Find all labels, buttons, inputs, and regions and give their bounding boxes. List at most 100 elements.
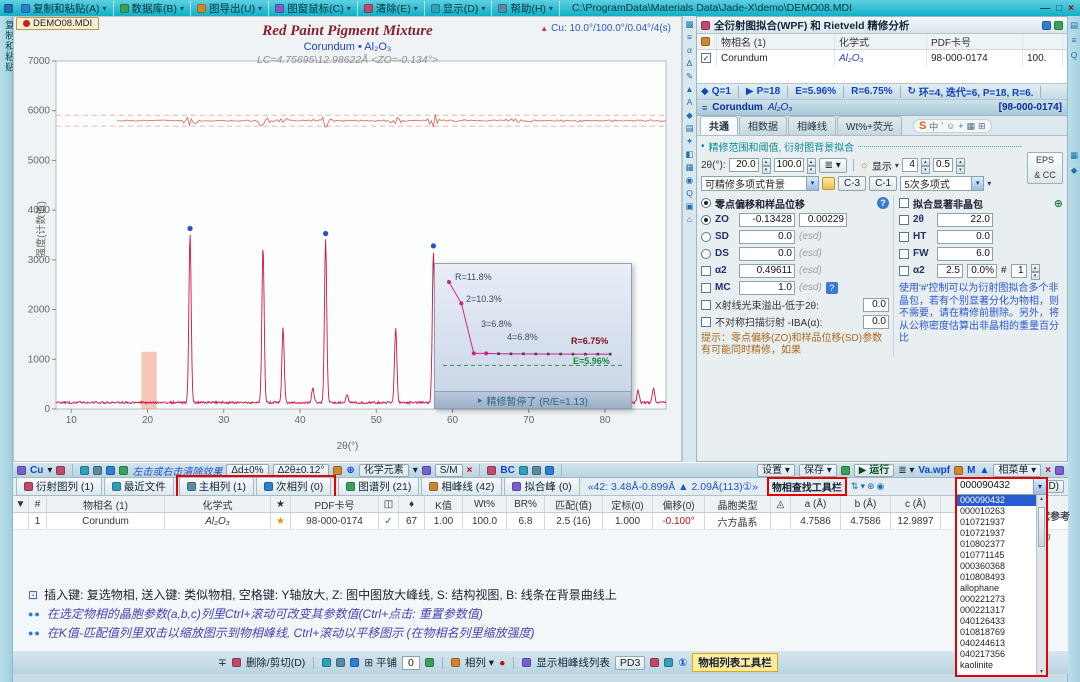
home-icon[interactable] <box>1055 465 1064 475</box>
c1-button[interactable]: C-1 <box>869 175 898 191</box>
phase-checkbox[interactable]: ✓ <box>701 53 711 63</box>
toolbar-item[interactable]: ● <box>499 657 505 669</box>
menu-item-5[interactable]: 清除(E) ▾ <box>358 0 425 16</box>
chevron-down-icon[interactable]: ▾ <box>971 176 984 190</box>
edit-icon[interactable] <box>333 465 343 475</box>
col-header-▼[interactable]: ▼ <box>13 496 29 512</box>
col-header-a (Å)[interactable]: a (Å) <box>791 496 841 512</box>
toolbar-item[interactable]: ▾ <box>413 465 418 476</box>
cell-#[interactable]: 1 <box>29 513 47 529</box>
alpha2-value-input[interactable]: 2.5 <box>937 263 963 278</box>
dropdown-item[interactable]: 040244613 <box>957 638 1036 649</box>
toolbar-item[interactable]: S/M <box>434 463 463 477</box>
dropdown-item[interactable]: 010771145 <box>957 550 1036 561</box>
col-header-PDF卡号[interactable]: PDF卡号 <box>291 496 379 512</box>
combo-dropdown-button[interactable]: ▾ <box>1033 479 1046 494</box>
lock-icon[interactable] <box>80 465 90 475</box>
display-count-spinner[interactable]: ▴ ▾ <box>920 158 930 174</box>
chevron-down-icon[interactable]: ▾ <box>895 161 899 170</box>
pdf-number-cell[interactable]: 98-000-0174 <box>927 50 1023 66</box>
alpha2-percent-input[interactable]: 0.0% <box>967 263 997 278</box>
cell-▼[interactable] <box>13 513 29 529</box>
dropdown-item[interactable]: 040217356 <box>957 649 1036 660</box>
col-header-定标(0)[interactable]: 定标(0) <box>603 496 653 512</box>
chart-tool-icon[interactable]: ≡ <box>684 32 696 42</box>
cell-晶胞类型[interactable]: 六方晶系 <box>705 513 771 529</box>
col-header-K值[interactable]: K值 <box>425 496 463 512</box>
group-radio[interactable] <box>701 198 711 208</box>
cell-♦[interactable]: 67 <box>399 513 425 529</box>
chart-tools-strip[interactable]: ▩ ≡ α Δ ✎ ▲ A ◆ ▤ ✦ ◧ ▦ ◉ Q ▣ ⌂ <box>682 16 696 462</box>
toolbar-item[interactable]: Cu <box>30 465 43 476</box>
col-header-b (Å)[interactable]: b (Å) <box>841 496 891 512</box>
dropdown-item[interactable]: 010808493 <box>957 572 1036 583</box>
dropdown-item[interactable]: 000090432 <box>957 495 1036 506</box>
tab-次相列 (0)[interactable]: 次相列 (0) <box>256 477 332 496</box>
range-menu-button[interactable]: ≣ ▾ <box>818 157 847 173</box>
amorph-value-input[interactable]: 0.0 <box>937 229 993 244</box>
image-icon[interactable] <box>424 658 434 667</box>
range-to-spinner[interactable]: ▴ ▾ <box>806 158 816 174</box>
chevron-down-icon[interactable]: ▾ <box>987 179 991 188</box>
dropdown-item[interactable]: 010818769 <box>957 627 1036 638</box>
amorphous-checkbox[interactable] <box>899 198 909 208</box>
phase-section-header[interactable]: ≡ Corundum Al₂O₃ [98-000-0174] <box>697 100 1067 116</box>
dock-tool-icon[interactable]: ◆ <box>1068 165 1080 175</box>
dropdown-item[interactable]: 040126433 <box>957 616 1036 627</box>
monitor-icon[interactable] <box>522 658 532 667</box>
cell-定标(0)[interactable]: 1.000 <box>603 513 653 529</box>
col-header-Wt%[interactable]: Wt% <box>463 496 507 512</box>
chart-icon[interactable] <box>350 658 360 667</box>
ime-icon[interactable]: ▦ <box>967 121 976 132</box>
phase-table-header[interactable]: ▼ # 物相名 (1) 化学式 ★ PDF卡号 ◫ ♦ K值 Wt% BR% 匹配(值) 定标(0) 偏移… <box>13 496 1068 513</box>
left-dock-strip[interactable]: 复制和粘贴 <box>0 16 14 682</box>
cell-c (Å)[interactable]: 12.9897 <box>891 513 941 529</box>
flag-icon[interactable] <box>544 465 554 475</box>
menu-item-7[interactable]: 帮助(H) ▾ <box>492 0 560 16</box>
chart-tool-icon[interactable]: ◆ <box>684 110 696 120</box>
option-value-input[interactable]: 0.0 <box>863 297 889 312</box>
ime-icon[interactable]: + <box>958 121 963 131</box>
ime-toolbar[interactable]: S 中 ' ☺ + ▦ ⊞ <box>912 119 992 133</box>
chart-tool-icon[interactable]: Q <box>684 188 696 198</box>
chevron-down-icon[interactable]: ▾ <box>806 176 818 190</box>
toolbar-item[interactable]: 保存 ▾ <box>798 463 837 477</box>
panel-tool-icon[interactable] <box>1054 20 1063 30</box>
col-header-★[interactable]: ★ <box>271 496 291 512</box>
right-dock-strip[interactable]: ▤ ≡ Q ▦ ◆ <box>1067 16 1080 682</box>
diffraction-chart[interactable]: 10 20 30 40 50 60 70 80 0 1000 2000 3000 4000 5000 600… <box>13 16 682 462</box>
close-button[interactable]: × <box>1068 3 1074 14</box>
cell-b (Å)[interactable]: 4.7586 <box>841 513 891 529</box>
grid-icon[interactable] <box>106 465 116 475</box>
magnet-icon[interactable] <box>531 465 541 475</box>
c3-button[interactable]: C-3 <box>838 175 867 191</box>
eps-cc-button[interactable]: EPS & CC <box>1027 152 1063 184</box>
toolbar-item[interactable]: Va.wpf <box>918 465 950 476</box>
toolbar-item[interactable]: 设置 ▾ <box>757 463 795 477</box>
chart-tool-icon[interactable]: ▦ <box>684 162 696 172</box>
peaks-icon[interactable] <box>336 658 346 667</box>
menu-item-3[interactable]: 图导出(U) ▾ <box>191 0 270 16</box>
toolbar-item[interactable]: 显示相峰线列表 <box>536 655 610 670</box>
menu-item-1[interactable]: 复制和粘贴(A) ▾ <box>15 0 114 16</box>
wpf-table-row[interactable]: ✓ Corundum Al₂O₃ 98-000-0174 100. <box>697 50 1067 66</box>
toolbar-item[interactable]: 化学元素 <box>358 463 409 477</box>
param-value-input[interactable]: 0.0 <box>739 246 795 261</box>
chart-tool-icon[interactable]: ▲ <box>684 84 696 94</box>
ruler-icon[interactable] <box>93 465 103 475</box>
col-header-♦[interactable]: ♦ <box>399 496 425 512</box>
toolbar-item[interactable]: ▾ <box>47 465 52 476</box>
dropdown-item[interactable]: allophane <box>957 583 1036 594</box>
tab-图谱列 (21)[interactable]: 图谱列 (21) <box>338 477 420 496</box>
hump-count-input[interactable]: 1 <box>1010 263 1027 278</box>
help-icon[interactable]: ? <box>877 197 889 209</box>
display-step-spinner[interactable]: ▴ ▾ <box>955 158 965 174</box>
ime-icon[interactable]: 中 <box>929 120 938 133</box>
option-value-input[interactable]: 0.0 <box>863 314 889 329</box>
dropdown-item[interactable]: 000221317 <box>957 605 1036 616</box>
dropdown-item[interactable]: kaolinite <box>957 660 1036 671</box>
minimize-button[interactable]: — <box>1040 3 1050 14</box>
box-icon[interactable] <box>840 465 850 475</box>
tab-共通[interactable]: 共通 <box>700 116 738 135</box>
chart-tool-icon[interactable]: ▩ <box>684 19 696 29</box>
